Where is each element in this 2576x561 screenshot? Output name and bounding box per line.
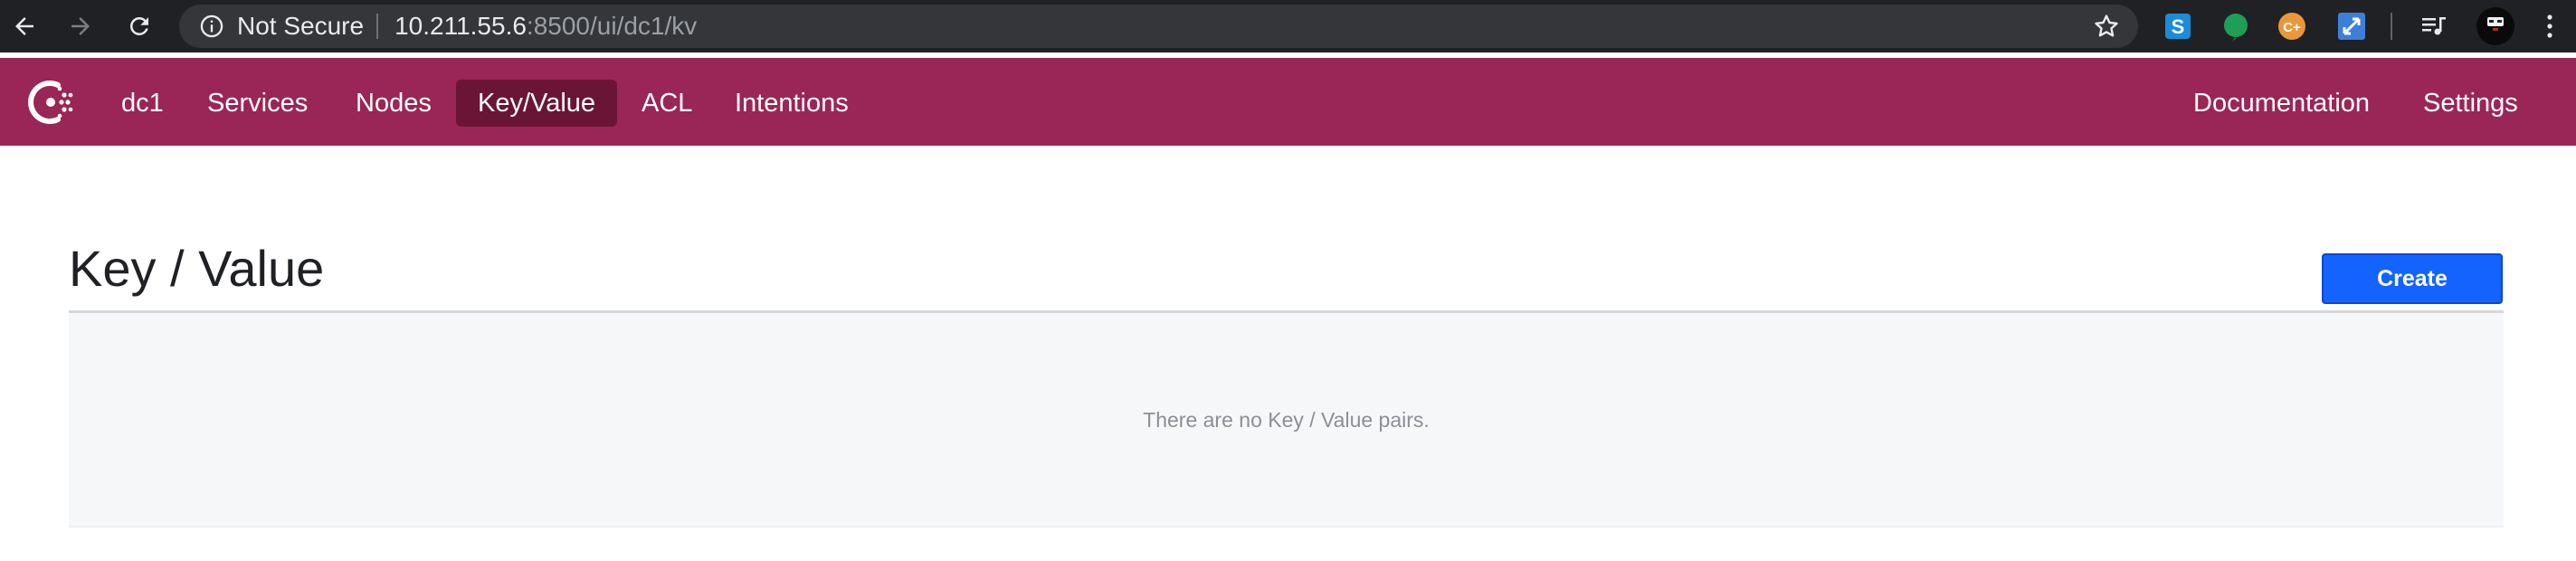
consul-logo[interactable]	[25, 76, 78, 128]
avatar-icon	[2476, 7, 2514, 45]
url-host: 10.211.55.6	[394, 12, 527, 40]
extension-s-text: S	[2172, 15, 2185, 38]
nav-documentation[interactable]: Documentation	[2172, 80, 2391, 127]
omnibox-separator	[376, 14, 379, 39]
extension-blue-icon	[2338, 13, 2365, 40]
nav-acl[interactable]: ACL	[620, 80, 714, 127]
media-icon	[2422, 17, 2446, 35]
profile-avatar[interactable]	[2476, 6, 2515, 46]
nav-settings[interactable]: Settings	[2401, 80, 2540, 127]
page-title: Key / Value	[69, 240, 325, 297]
extension-s-button[interactable]: S	[2162, 10, 2194, 43]
extension-c-text: C+	[2283, 20, 2301, 35]
nav-nodes[interactable]: Nodes	[334, 80, 453, 127]
forward-icon	[71, 17, 90, 35]
consul-header: dc1 Services Nodes Key/Value ACL Intenti…	[0, 58, 2576, 146]
extension-green-icon	[2224, 14, 2248, 41]
menu-icon	[2547, 14, 2552, 38]
nav-key-value[interactable]: Key/Value	[456, 80, 618, 127]
back-icon	[15, 17, 33, 35]
info-icon	[200, 14, 223, 38]
datacenter-selector[interactable]: dc1	[100, 80, 185, 127]
star-icon	[2095, 14, 2118, 37]
forward-button[interactable]	[56, 0, 105, 52]
back-button[interactable]	[0, 0, 49, 52]
empty-state-message: There are no Key / Value pairs.	[1143, 408, 1430, 432]
url-path: :8500/ui/dc1/kv	[526, 12, 698, 40]
reload-button[interactable]	[115, 0, 164, 52]
browser-toolbar: Not Secure 10.211.55.6:8500/ui/dc1/kv S …	[0, 0, 2576, 52]
empty-state-panel: There are no Key / Value pairs.	[69, 313, 2504, 528]
address-bar[interactable]: Not Secure 10.211.55.6:8500/ui/dc1/kv	[179, 5, 2138, 48]
bookmark-button[interactable]	[2091, 11, 2122, 42]
nav-services[interactable]: Services	[185, 80, 329, 127]
extension-blue-button[interactable]	[2335, 10, 2368, 43]
chrome-separator	[2390, 10, 2393, 43]
browser-menu-button[interactable]	[2533, 10, 2566, 43]
extension-c-icon: C+	[2278, 13, 2305, 40]
reload-icon	[130, 17, 148, 35]
security-label: Not Secure	[237, 12, 365, 40]
extension-green-button[interactable]	[2220, 10, 2252, 43]
media-button[interactable]	[2418, 10, 2450, 43]
extension-s-icon: S	[2165, 14, 2191, 39]
consul-logo-icon	[28, 81, 73, 124]
extension-c-button[interactable]: C+	[2276, 10, 2308, 43]
create-button[interactable]: Create	[2322, 253, 2503, 304]
nav-intentions[interactable]: Intentions	[713, 80, 870, 127]
